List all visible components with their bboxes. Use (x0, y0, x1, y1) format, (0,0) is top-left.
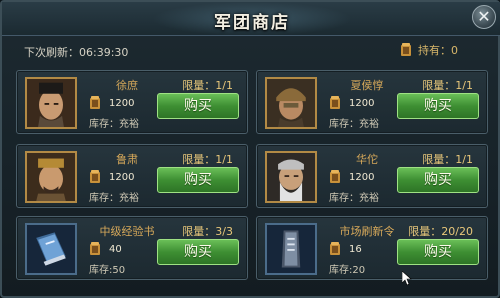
item-limit: 限量：1/1 (422, 79, 473, 92)
price-value: 16 (349, 243, 362, 255)
item-price: 1200 (329, 96, 374, 110)
shop-item-card: 徐庶 限量：1/1 1200 库存：充裕 购买 (16, 70, 248, 134)
price-value: 40 (109, 243, 122, 255)
item-limit: 限量：1/1 (182, 153, 233, 166)
price-value: 1200 (109, 171, 135, 183)
item-limit: 限量：3/3 (182, 225, 233, 238)
item-name: 市场刷新令 (339, 225, 395, 238)
legion-token-icon (89, 170, 101, 184)
item-stock: 库存:50 (89, 265, 126, 276)
portrait-lusu (25, 151, 77, 203)
item-limit: 限量：20/20 (408, 225, 473, 238)
buy-button[interactable]: 购买 (397, 167, 479, 193)
shop-item-card: 夏侯惇 限量：1/1 1200 库存：充裕 购买 (256, 70, 488, 134)
item-price: 16 (329, 242, 362, 256)
item-price: 1200 (89, 96, 134, 110)
item-limit: 限量：1/1 (422, 153, 473, 166)
shop-title: 军团商店 (214, 13, 290, 33)
item-limit: 限量：1/1 (182, 79, 233, 92)
shop-panel: 军团商店 ✕ 下次刷新：06:39:30 持有：0 徐庶 限量：1/1 1200… (0, 0, 500, 298)
item-stock: 库存：充裕 (89, 119, 139, 130)
close-button[interactable]: ✕ (472, 5, 496, 29)
refresh-token-icon (265, 223, 317, 275)
item-name: 鲁肃 (116, 153, 138, 166)
item-stock: 库存：充裕 (329, 119, 379, 130)
item-name: 中级经验书 (99, 225, 155, 238)
price-value: 1200 (349, 97, 375, 109)
title-bar: 军团商店 ✕ (2, 2, 500, 36)
portrait-xushu (25, 77, 77, 129)
item-price: 1200 (89, 170, 134, 184)
legion-token-icon (329, 96, 341, 110)
refresh-timer: 下次刷新：06:39:30 (24, 46, 129, 59)
buy-button[interactable]: 购买 (157, 93, 239, 119)
price-value: 1200 (349, 171, 375, 183)
shop-item-card: 华佗 限量：1/1 1200 库存：充裕 购买 (256, 144, 488, 208)
legion-token-icon (89, 96, 101, 110)
item-name: 夏侯惇 (350, 79, 384, 92)
price-value: 1200 (109, 97, 135, 109)
shop-item-card: 中级经验书 限量：3/3 40 库存:50 购买 (16, 216, 248, 280)
item-name: 徐庶 (116, 79, 138, 92)
shop-item-card: 市场刷新令 限量：20/20 16 库存:20 购买 (256, 216, 488, 280)
buy-button[interactable]: 购买 (397, 239, 479, 265)
exp-book-icon (25, 223, 77, 275)
item-stock: 库存：充裕 (329, 193, 379, 204)
owned-label: 持有：0 (418, 44, 458, 57)
portrait-xiahoudun (265, 77, 317, 129)
portrait-huatuo (265, 151, 317, 203)
legion-token-icon (329, 170, 341, 184)
item-stock: 库存:20 (329, 265, 366, 276)
legion-token-icon (89, 242, 101, 256)
buy-button[interactable]: 购买 (157, 167, 239, 193)
item-price: 40 (89, 242, 122, 256)
mouse-cursor-icon (401, 270, 412, 286)
shop-item-card: 鲁肃 限量：1/1 1200 库存：充裕 购买 (16, 144, 248, 208)
legion-token-icon (329, 242, 341, 256)
item-stock: 库存：充裕 (89, 193, 139, 204)
owned-currency: 持有：0 (400, 42, 458, 58)
item-price: 1200 (329, 170, 374, 184)
legion-token-icon (400, 43, 412, 57)
item-name: 华佗 (356, 153, 378, 166)
buy-button[interactable]: 购买 (157, 239, 239, 265)
buy-button[interactable]: 购买 (397, 93, 479, 119)
